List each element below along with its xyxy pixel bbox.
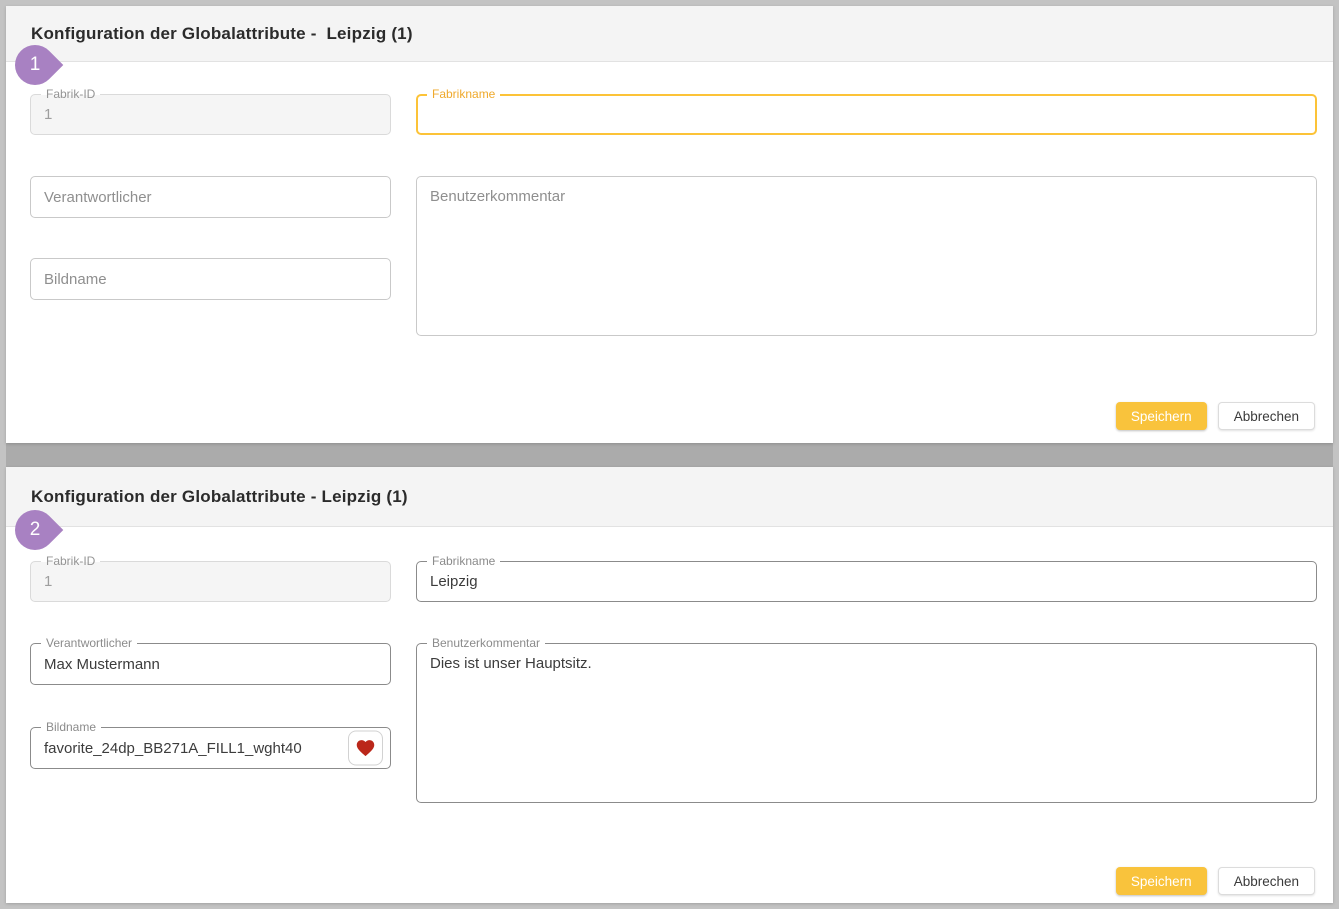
fabrik-id-value: 1	[44, 95, 380, 134]
verantwortlicher-field[interactable]: Verantwortlicher Max Mustermann	[30, 643, 391, 685]
step-badge-number: 2	[15, 510, 55, 550]
screenshot-root: Konfiguration der Globalattribute - Leip…	[0, 0, 1339, 909]
fabrik-id-field: Fabrik-ID 1	[30, 94, 391, 135]
bildname-field[interactable]: Bildname	[30, 258, 391, 300]
heart-icon	[355, 738, 376, 759]
bildname-icon-preview[interactable]	[348, 731, 383, 766]
benutzerkommentar-field[interactable]: Benutzerkommentar	[416, 176, 1317, 336]
verantwortlicher-field[interactable]: Verantwortlicher	[30, 176, 391, 218]
benutzerkommentar-value: Dies ist unser Hauptsitz.	[430, 644, 1306, 802]
step-badge-number: 1	[15, 45, 55, 85]
benutzerkommentar-field[interactable]: Benutzerkommentar Dies ist unser Hauptsi…	[416, 643, 1317, 803]
fabrikname-field[interactable]: Fabrikname Leipzig	[416, 561, 1317, 602]
panel-header: Konfiguration der Globalattribute - Leip…	[6, 6, 1333, 62]
bildname-value: favorite_24dp_BB271A_FILL1_wght40	[44, 728, 340, 768]
fabrikname-value	[431, 96, 1305, 133]
verantwortlicher-placeholder: Verantwortlicher	[44, 177, 380, 217]
bildname-placeholder: Bildname	[44, 259, 380, 299]
step-badge-1: 1	[7, 37, 64, 94]
globalattribute-config-panel-step2: Konfiguration der Globalattribute - Leip…	[6, 467, 1333, 903]
page-title: Konfiguration der Globalattribute - Leip…	[31, 487, 408, 507]
fabrik-id-value: 1	[44, 562, 380, 601]
globalattribute-config-panel-step1: Konfiguration der Globalattribute - Leip…	[6, 6, 1333, 443]
abbrechen-button[interactable]: Abbrechen	[1218, 867, 1315, 895]
fabrik-id-field: Fabrik-ID 1	[30, 561, 391, 602]
fabrikname-value: Leipzig	[430, 562, 1306, 601]
abbrechen-button[interactable]: Abbrechen	[1218, 402, 1315, 430]
page-title: Konfiguration der Globalattribute - Leip…	[31, 24, 413, 44]
speichern-button[interactable]: Speichern	[1116, 402, 1207, 430]
speichern-button[interactable]: Speichern	[1116, 867, 1207, 895]
benutzerkommentar-placeholder: Benutzerkommentar	[430, 177, 1306, 335]
fabrikname-field[interactable]: Fabrikname	[416, 94, 1317, 135]
panel-divider	[6, 443, 1333, 467]
step-badge-2: 2	[7, 502, 64, 559]
panel-header: Konfiguration der Globalattribute - Leip…	[6, 467, 1333, 527]
bildname-field[interactable]: Bildname favorite_24dp_BB271A_FILL1_wght…	[30, 727, 391, 769]
action-buttons: Speichern Abbrechen	[1116, 402, 1315, 430]
verantwortlicher-value: Max Mustermann	[44, 644, 380, 684]
action-buttons: Speichern Abbrechen	[1116, 867, 1315, 895]
